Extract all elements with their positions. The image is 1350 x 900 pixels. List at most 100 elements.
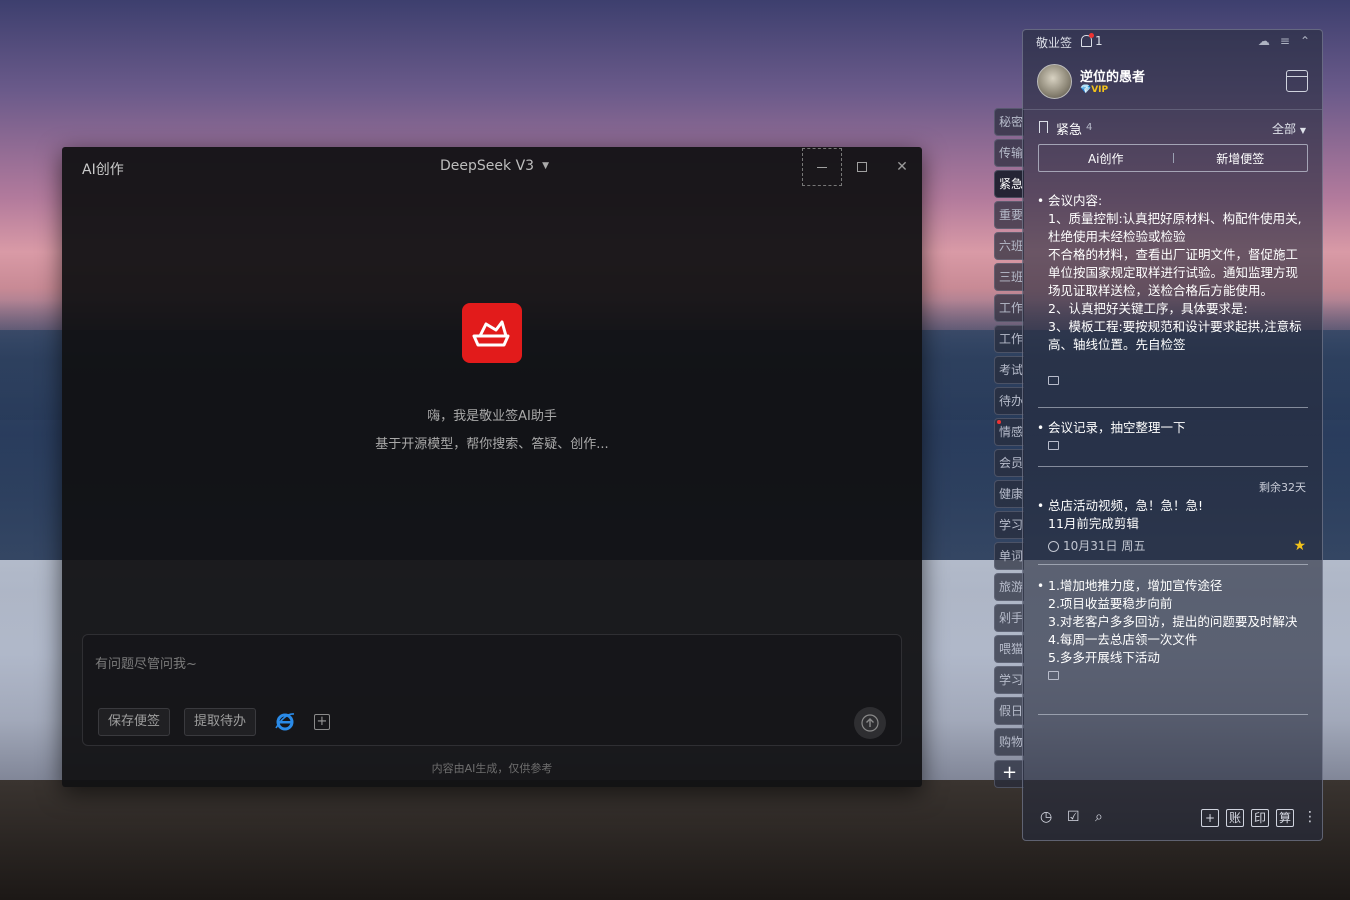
notification-dot	[1089, 33, 1094, 38]
history-clock-icon[interactable]: ◷	[1040, 809, 1052, 825]
maximize-button[interactable]	[842, 147, 882, 187]
clock-icon	[1048, 540, 1059, 552]
minimize-icon	[817, 166, 827, 168]
model-select[interactable]: DeepSeek V3 ▼	[440, 158, 549, 174]
tab-transfer[interactable]: 传输	[994, 139, 1024, 167]
chevron-down-icon: ▼	[1299, 126, 1306, 135]
collapse-icon[interactable]: ⌃	[1300, 34, 1310, 48]
tab-emotion[interactable]: 情感	[994, 418, 1024, 446]
bullet-icon: •	[1038, 192, 1044, 210]
tab-shopping-spree[interactable]: 剁手	[994, 604, 1024, 632]
user-row: 逆位的愚者 💎VIP	[1023, 54, 1322, 110]
note-item[interactable]: • 会议记录，抽空整理一下	[1037, 419, 1308, 467]
tab-study-2[interactable]: 学习	[994, 666, 1024, 694]
tab-class-6[interactable]: 六班	[994, 232, 1024, 260]
note-item[interactable]: • 总店活动视频，急！急！急! 11月前完成剪辑 10月31日 周五 ★	[1037, 497, 1308, 565]
reminder-date: 10月31日 周五	[1063, 539, 1146, 553]
cloud-sync-icon[interactable]: ☁	[1258, 34, 1270, 48]
action-bar: Ai创作 新增便签	[1038, 144, 1308, 172]
tab-secret[interactable]: 秘密	[994, 108, 1024, 136]
avatar[interactable]	[1037, 64, 1072, 99]
tab-urgent[interactable]: 紧急	[994, 170, 1024, 198]
category-count: 4	[1086, 122, 1093, 133]
note-body: 总店活动视频，急！急！急! 11月前完成剪辑	[1048, 498, 1204, 531]
bell-icon	[1081, 33, 1094, 47]
browser-icon[interactable]	[275, 711, 295, 731]
calendar-icon[interactable]	[1286, 70, 1308, 92]
account-icon[interactable]: 账	[1226, 809, 1244, 827]
tab-shopping[interactable]: 购物	[994, 728, 1024, 756]
app-name: 敬业签	[1036, 36, 1073, 50]
close-icon: ✕	[896, 159, 908, 175]
extract-todo-button[interactable]: 提取待办	[184, 708, 257, 736]
note-body: 1.增加地推力度，增加宣传途径 2.项目收益要稳步向前 3.对老客户多多回访，提…	[1048, 578, 1298, 665]
ai-creation-window: AI创作 DeepSeek V3 ▼ ✕ 嗨，我是敬业签AI助手 基于开源模型，…	[62, 147, 922, 787]
bullet-icon: •	[1037, 579, 1045, 593]
filter-dropdown[interactable]: 全部 ▼	[1272, 120, 1306, 137]
menu-icon[interactable]: ≡	[1280, 34, 1290, 48]
model-name: DeepSeek V3	[440, 158, 535, 174]
tab-holiday[interactable]: 假日	[994, 697, 1024, 725]
print-icon[interactable]: 印	[1251, 809, 1269, 827]
window-title: AI创作	[82, 162, 124, 178]
notes-panel: 敬业签 1 ☁ ≡ ⌃ 逆位的愚者 💎VIP 紧急 4 全部 ▼ Ai创作 新增…	[1022, 29, 1323, 841]
plus-icon: +	[1001, 762, 1018, 783]
search-icon[interactable]: ⌕	[1095, 809, 1103, 825]
maximize-icon	[857, 162, 867, 172]
bullet-icon: •	[1037, 499, 1045, 513]
ai-disclaimer: 内容由AI生成，仅供参考	[431, 762, 553, 775]
note-logo-icon	[472, 320, 510, 347]
note-reminder: 10月31日 周五	[1048, 537, 1308, 555]
bookmark-icon	[1039, 121, 1048, 133]
more-icon[interactable]: ⋮	[1303, 809, 1317, 825]
new-note-button[interactable]: 新增便签	[1174, 150, 1308, 167]
tab-exam[interactable]: 考试	[994, 356, 1024, 384]
panel-toolbar: ◷ ☑ ⌕ + 账 印 算 ⋮	[1023, 798, 1322, 840]
note-body: 会议内容: 1、质量控制:认真把好原材料、构配件使用关,杜绝使用未经检验或检验 …	[1048, 193, 1302, 352]
todo-check-icon[interactable]: ☑	[1067, 809, 1080, 825]
prompt-input-box[interactable]: 有问题尽管问我~ 保存便签 提取待办 +	[82, 634, 902, 746]
send-button[interactable]	[854, 707, 886, 739]
panel-titlebar: 敬业签 1 ☁ ≡ ⌃	[1023, 30, 1322, 54]
bullet-icon: •	[1037, 421, 1045, 435]
tab-important[interactable]: 重要	[994, 201, 1024, 229]
category-header: 紧急 4 全部 ▼	[1023, 118, 1322, 138]
tab-travel[interactable]: 旅游	[994, 573, 1024, 601]
attachment-icon	[1048, 441, 1059, 450]
username: 逆位的愚者	[1080, 70, 1146, 85]
save-note-button[interactable]: 保存便签	[98, 708, 171, 736]
tab-todo[interactable]: 待办	[994, 387, 1024, 415]
tab-work-2[interactable]: 工作	[994, 325, 1024, 353]
add-attachment-icon[interactable]: +	[314, 714, 330, 730]
tab-health[interactable]: 健康	[994, 480, 1024, 508]
tab-feed-cat[interactable]: 喂猫	[994, 635, 1024, 663]
note-item[interactable]: • 1.增加地推力度，增加宣传途径 2.项目收益要稳步向前 3.对老客户多多回访…	[1037, 577, 1308, 715]
vip-badge: 💎VIP	[1080, 85, 1109, 95]
prompt-input[interactable]: 有问题尽管问我~	[95, 653, 197, 672]
close-button[interactable]: ✕	[882, 147, 922, 187]
note-item[interactable]: • 会议内容: 1、质量控制:认真把好原材料、构配件使用关,杜绝使用未经检验或检…	[1038, 192, 1308, 408]
minimize-button[interactable]	[802, 148, 842, 186]
chevron-down-icon: ▼	[542, 161, 549, 171]
calculator-icon[interactable]: 算	[1276, 809, 1294, 827]
note-body: 会议记录，抽空整理一下	[1048, 420, 1186, 435]
greeting-title: 嗨，我是敬业签AI助手	[427, 409, 557, 424]
attachment-icon	[1048, 376, 1059, 385]
tab-work-1[interactable]: 工作	[994, 294, 1024, 322]
add-category-button[interactable]: +	[994, 760, 1024, 788]
tab-study-1[interactable]: 学习	[994, 511, 1024, 539]
greeting-subtitle: 基于开源模型，帮你搜索、答疑、创作...	[375, 437, 609, 452]
tab-class-3[interactable]: 三班	[994, 263, 1024, 291]
tab-words[interactable]: 单词	[994, 542, 1024, 570]
notification-button[interactable]: 1	[1081, 33, 1103, 48]
tab-member[interactable]: 会员	[994, 449, 1024, 477]
remaining-days: 剩余32天	[1259, 481, 1306, 494]
notification-count: 1	[1095, 34, 1103, 48]
add-note-icon[interactable]: +	[1201, 809, 1219, 827]
app-logo	[462, 303, 522, 363]
window-controls: ✕	[802, 147, 922, 187]
panel-top-actions: ☁ ≡ ⌃	[1258, 34, 1310, 48]
category-name: 紧急	[1056, 123, 1083, 138]
star-icon[interactable]: ★	[1293, 537, 1306, 555]
ai-create-button[interactable]: Ai创作	[1039, 150, 1173, 167]
